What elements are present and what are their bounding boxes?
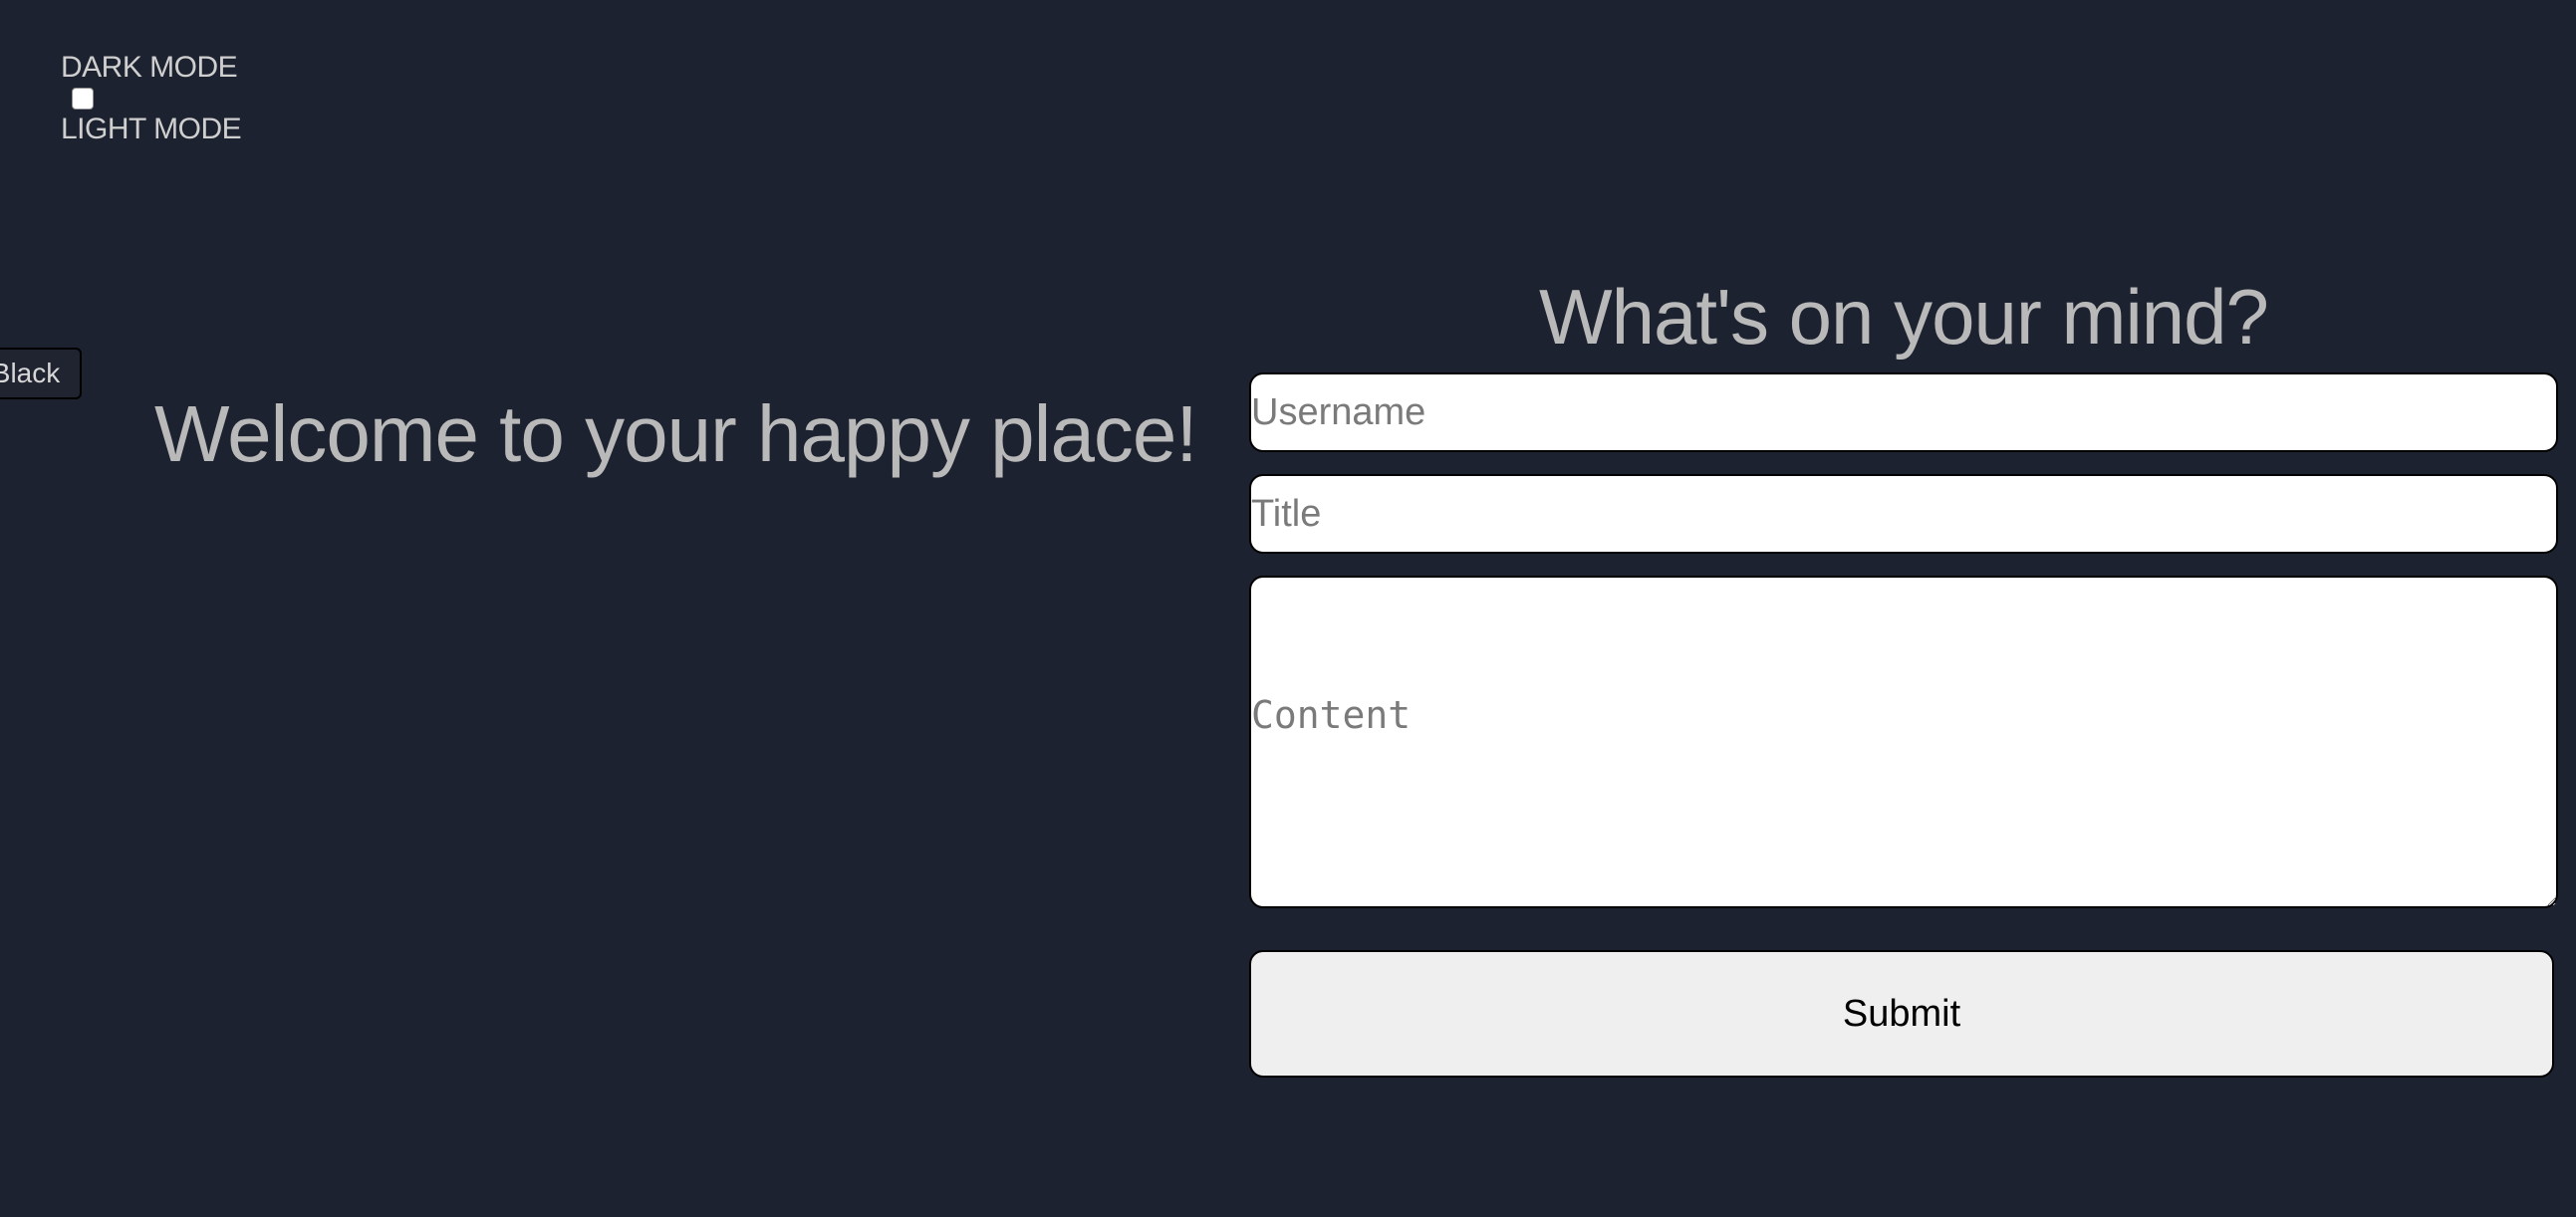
welcome-heading: Welcome to your happy place! — [154, 389, 1198, 478]
light-mode-label: LIGHT MODE — [61, 113, 242, 145]
form-heading: What's on your mind? — [1539, 273, 2269, 361]
post-form: What's on your mind? Submit — [1249, 269, 2558, 1078]
black-theme-button[interactable]: Black — [0, 348, 82, 399]
content-textarea[interactable] — [1249, 576, 2558, 908]
theme-toggle: DARK MODE LIGHT MODE — [61, 48, 280, 149]
submit-button[interactable]: Submit — [1249, 950, 2554, 1078]
dark-mode-label: DARK MODE — [61, 51, 238, 84]
title-input[interactable] — [1249, 474, 2558, 554]
username-input[interactable] — [1249, 372, 2558, 452]
theme-checkbox[interactable] — [72, 88, 94, 110]
